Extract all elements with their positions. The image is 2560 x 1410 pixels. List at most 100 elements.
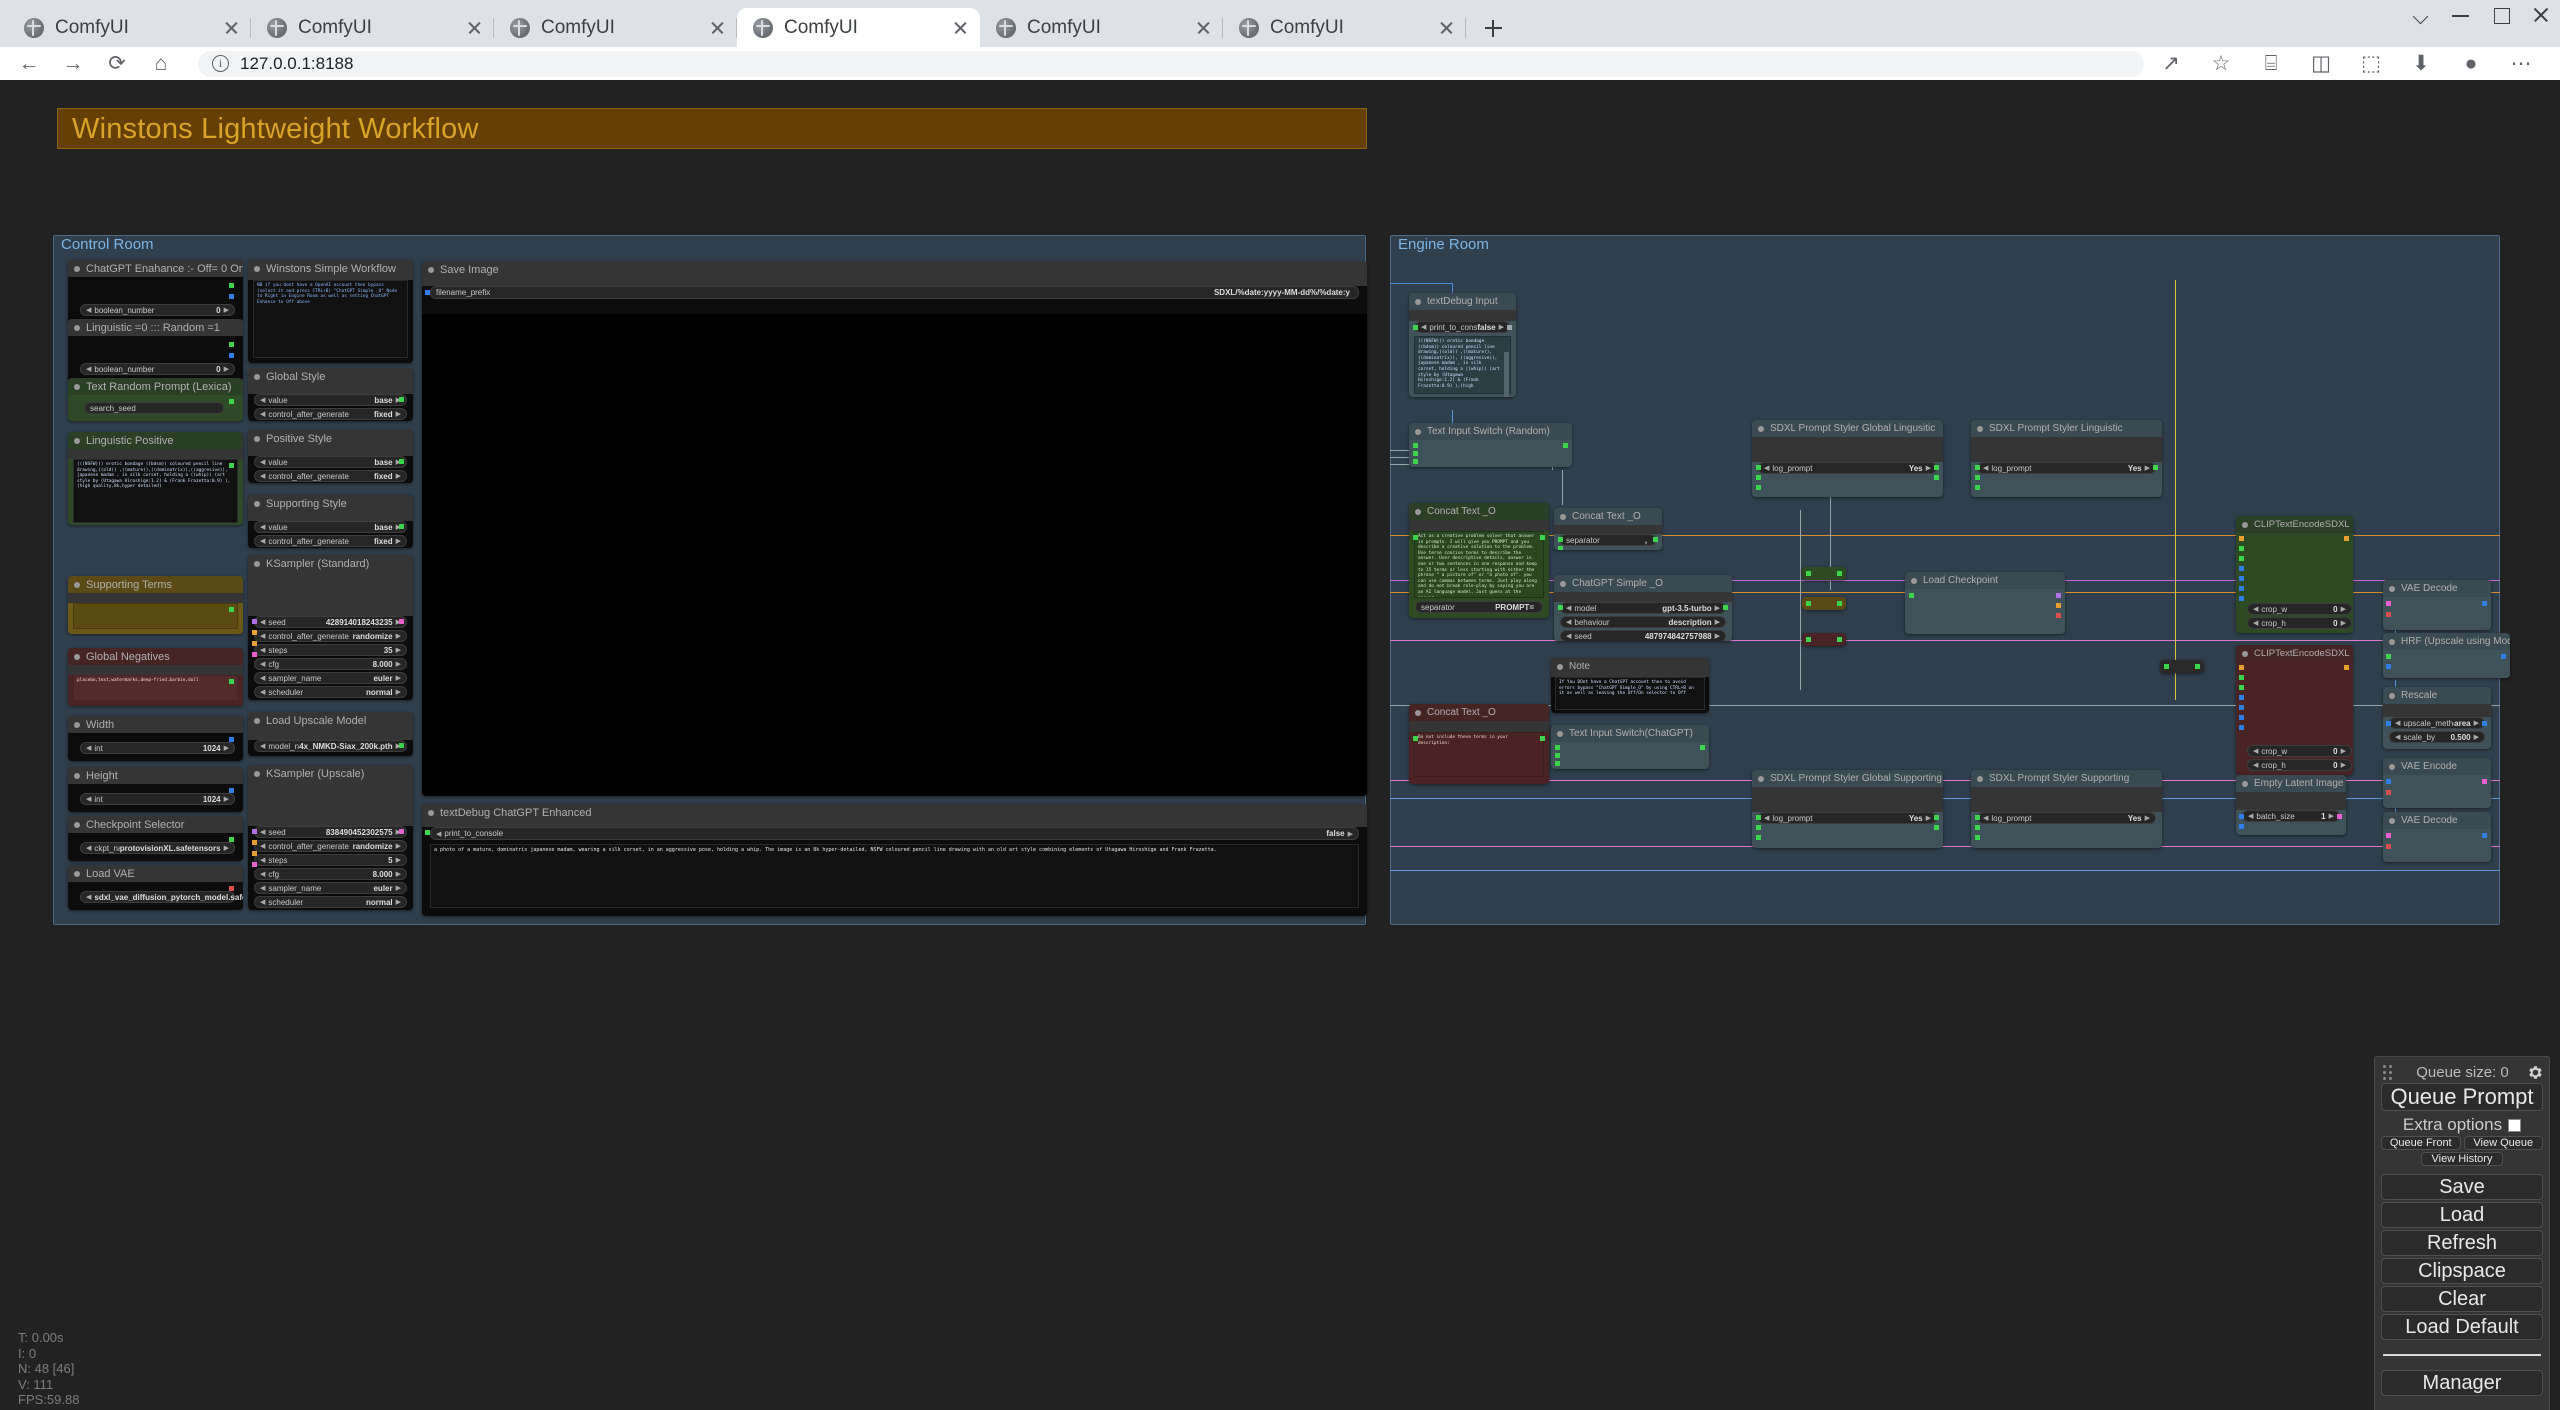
node-header[interactable]: VAE Encode [2383, 758, 2491, 775]
input-slot-clip[interactable] [2239, 536, 2244, 541]
browser-tab-5[interactable]: ComfyUI [980, 8, 1223, 47]
chevron-right-icon[interactable]: ▶ [2329, 812, 2334, 820]
node-header[interactable]: VAE Decode [2383, 812, 2491, 829]
queue-prompt-button[interactable]: Queue Prompt [2381, 1083, 2543, 1111]
widget-cfg[interactable]: ◀ cfg 8.000 ▶ [254, 868, 407, 880]
chevron-left-icon[interactable]: ◀ [260, 660, 265, 668]
node-header[interactable]: Height [68, 767, 243, 784]
chevron-left-icon[interactable]: ◀ [1566, 618, 1571, 626]
output-slot-latent[interactable] [2482, 779, 2487, 784]
input-slot[interactable] [2239, 556, 2244, 561]
chevron-left-icon[interactable]: ◀ [2248, 812, 2253, 820]
chevron-left-icon[interactable]: ◀ [1764, 814, 1769, 822]
input-slot[interactable] [1756, 485, 1761, 490]
node-passthrough-green[interactable] [1802, 567, 1846, 580]
window-close-icon[interactable] [2532, 6, 2550, 24]
chevron-right-icon[interactable]: ▶ [1926, 464, 1931, 472]
chevron-right-icon[interactable]: ▶ [396, 842, 401, 850]
input-slot[interactable] [1756, 835, 1761, 840]
output-slot-conditioning[interactable] [2344, 536, 2349, 541]
node-passthrough-reroute[interactable] [2160, 660, 2204, 673]
view-history-button[interactable]: View History [2421, 1152, 2503, 1166]
textarea-concat-negative[interactable]: Do not include these terms in your descr… [1414, 732, 1544, 777]
node-passthrough-olive[interactable] [1802, 597, 1846, 610]
node-ksampler-standard[interactable]: KSampler (Standard) ◀ seed 4289140182432… [248, 555, 413, 700]
collapse-icon[interactable] [1415, 709, 1421, 716]
input-slot-model[interactable] [252, 619, 257, 624]
chevron-right-icon[interactable]: ▶ [2341, 747, 2346, 755]
output-slot[interactable] [1540, 535, 1545, 540]
collapse-icon[interactable] [428, 266, 434, 273]
node-header[interactable]: Concat Text _O [1409, 503, 1549, 520]
input-slot[interactable] [1806, 637, 1811, 642]
node-hrf-upscale-using-model[interactable]: HRF (Upscale using Model) [2383, 633, 2510, 678]
extra-options-checkbox[interactable] [2508, 1118, 2522, 1132]
chevron-left-icon[interactable]: ◀ [1566, 632, 1571, 640]
refresh-button[interactable]: Refresh [2381, 1230, 2543, 1256]
node-note[interactable]: Note If You DOnt have a ChatGPT account … [1551, 658, 1709, 713]
node-header[interactable]: Supporting Style [248, 495, 413, 512]
node-chatgpt-enhance[interactable]: ChatGPT Enahance :- Off= 0 On=1 ◀ boolea… [68, 260, 243, 323]
share-icon[interactable]: ↗ [2154, 47, 2188, 81]
node-header[interactable]: Text Input Switch (Random) [1409, 423, 1572, 440]
input-slot[interactable] [1975, 825, 1980, 830]
collapse-icon[interactable] [74, 265, 80, 272]
node-header[interactable]: Empty Latent Image [2236, 775, 2346, 792]
node-header[interactable]: HRF (Upscale using Model) [2383, 633, 2510, 650]
widget-height-int[interactable]: ◀ int 1024 ▶ [80, 793, 235, 805]
save-button[interactable]: Save [2381, 1174, 2543, 1200]
forward-icon[interactable]: → [56, 47, 90, 81]
input-slot-samples[interactable] [2386, 601, 2391, 606]
collapse-icon[interactable] [1758, 425, 1764, 432]
chevron-left-icon[interactable]: ◀ [260, 472, 265, 480]
view-queue-button[interactable]: View Queue [2463, 1136, 2543, 1150]
widget-log-prompt[interactable]: ◀ log_prompt Yes ▶ [1977, 462, 2156, 474]
output-slot-model[interactable] [2056, 593, 2061, 598]
browser-tab-3[interactable]: ComfyUI [494, 8, 737, 47]
widget-control-after-generate[interactable]: ◀ control_after_generate fixed ▶ [254, 535, 407, 547]
home-icon[interactable]: ⌂ [144, 47, 178, 81]
output-slot-conditioning[interactable] [2344, 665, 2349, 670]
clear-button[interactable]: Clear [2381, 1286, 2543, 1312]
collapse-icon[interactable] [74, 821, 80, 828]
output-slot-vae[interactable] [2056, 613, 2061, 618]
node-rescale[interactable]: Rescale ◀ upscale_method area ▶ ◀ scale_… [2383, 687, 2491, 749]
output-slot-image[interactable] [2501, 654, 2506, 659]
input-slot[interactable] [1756, 475, 1761, 480]
input-slot-samples[interactable] [2386, 833, 2391, 838]
input-slot-width[interactable] [2239, 814, 2244, 819]
chevron-left-icon[interactable]: ◀ [2253, 605, 2258, 613]
collapse-icon[interactable] [2389, 763, 2395, 770]
chevron-right-icon[interactable]: ▶ [2145, 814, 2150, 822]
widget-model[interactable]: ◀ model gpt-3.5-turbo ▶ [1560, 602, 1726, 614]
chevron-left-icon[interactable]: ◀ [260, 674, 265, 682]
close-icon[interactable] [952, 19, 970, 37]
chevron-left-icon[interactable]: ◀ [260, 828, 265, 836]
collapse-icon[interactable] [74, 721, 80, 728]
input-slot[interactable] [1413, 736, 1418, 741]
collapse-icon[interactable] [74, 581, 80, 588]
collapse-icon[interactable] [254, 717, 260, 724]
node-header[interactable]: Text Random Prompt (Lexica) [68, 378, 243, 395]
chevron-left-icon[interactable]: ◀ [86, 844, 91, 852]
chevron-left-icon[interactable]: ◀ [2253, 761, 2258, 769]
node-winstons-simple-workflow[interactable]: Winstons Simple Workflow NB if you dont … [248, 260, 413, 363]
chevron-right-icon[interactable]: ▶ [224, 306, 229, 314]
input-slot[interactable] [1756, 815, 1761, 820]
node-header[interactable]: Linguistic =0 ::: Random =1 [68, 319, 243, 336]
load-default-button[interactable]: Load Default [2381, 1314, 2543, 1340]
chevron-down-icon[interactable] [2412, 6, 2430, 24]
input-slot[interactable] [1413, 535, 1418, 540]
input-slot-latent[interactable] [252, 862, 257, 867]
node-concat-text-o-2[interactable]: Concat Text _O separator , [1554, 508, 1662, 550]
textarea-global-negatives[interactable]: placebo,text,watermarks,deep-fried,barbi… [73, 675, 238, 701]
chevron-right-icon[interactable]: ▶ [1499, 323, 1504, 331]
input-slot-images[interactable] [425, 290, 430, 295]
widget-crop-h[interactable]: ◀ crop_h 0 ▶ [2247, 617, 2352, 629]
input-slot[interactable] [2239, 725, 2244, 730]
chevron-left-icon[interactable]: ◀ [260, 523, 265, 531]
node-header[interactable]: textDebug Input [1409, 293, 1516, 310]
chevron-right-icon[interactable]: ▶ [396, 688, 401, 696]
star-icon[interactable]: ☆ [2204, 47, 2238, 81]
input-slot[interactable] [1413, 451, 1418, 456]
